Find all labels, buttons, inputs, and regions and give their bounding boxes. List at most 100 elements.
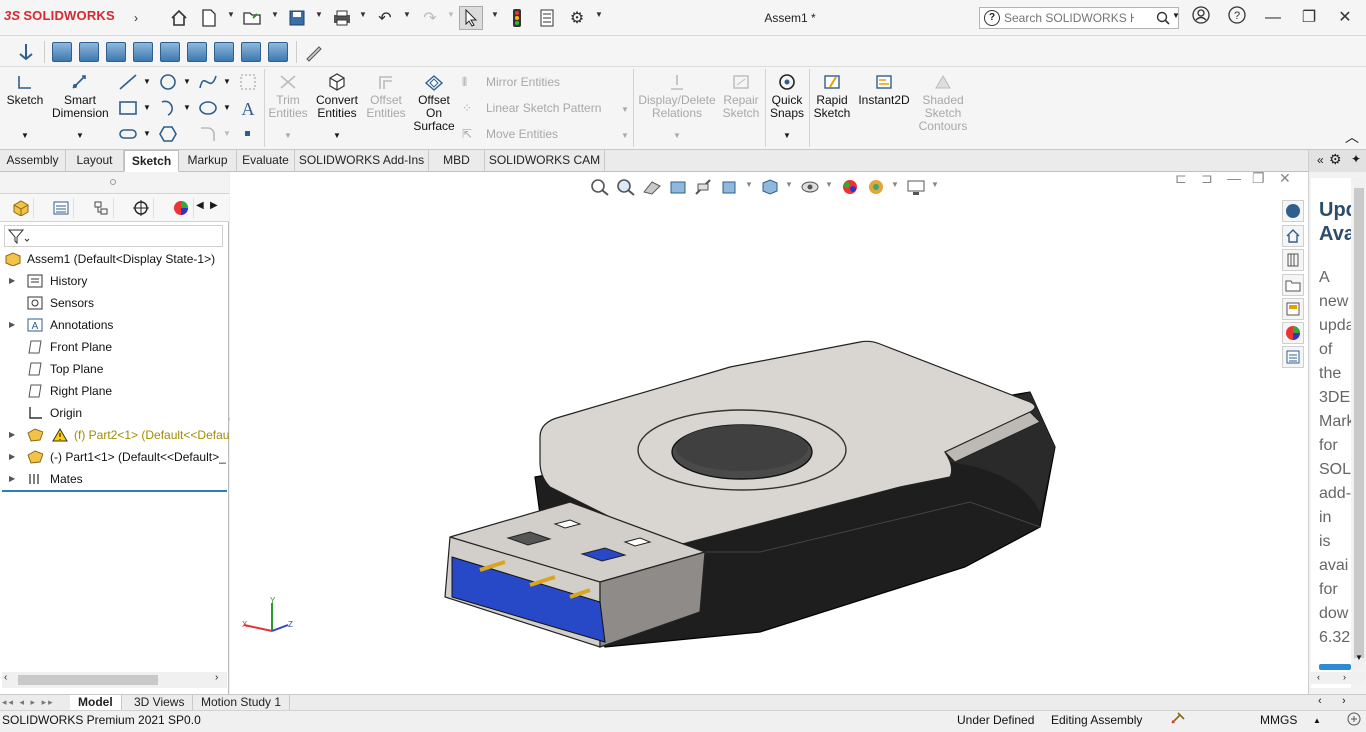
- close-icon[interactable]: ✕: [1333, 6, 1357, 30]
- rapid-sketch-button[interactable]: Rapid Sketch: [811, 73, 853, 120]
- chevron-down-icon[interactable]: ▼: [931, 180, 939, 189]
- chevron-down-icon[interactable]: ▼: [745, 180, 753, 189]
- chevron-left-icon[interactable]: ‹: [1317, 672, 1320, 682]
- chevron-down-icon[interactable]: ▼: [183, 77, 191, 86]
- slot-icon[interactable]: [118, 125, 138, 143]
- expand-arrow-icon[interactable]: ▶: [9, 314, 15, 336]
- minimize-icon[interactable]: —: [1261, 6, 1285, 30]
- chevron-down-icon[interactable]: ▼: [359, 10, 367, 19]
- chevron-right-icon[interactable]: ›: [1343, 672, 1346, 682]
- tree-item-origin[interactable]: Origin: [0, 402, 229, 424]
- rollback-bar[interactable]: [2, 490, 227, 492]
- tab-model[interactable]: Model: [70, 695, 122, 711]
- custom-properties-icon[interactable]: [1282, 346, 1304, 368]
- chevron-down-icon[interactable]: ▼: [403, 10, 411, 19]
- dynamic-annotation-icon[interactable]: [694, 178, 714, 196]
- chevron-down-icon[interactable]: ▼: [785, 180, 793, 189]
- prev-view-pane-icon[interactable]: ⊏: [1175, 170, 1187, 187]
- tree-item-front-plane[interactable]: Front Plane: [0, 336, 229, 358]
- tab-3d-views[interactable]: 3D Views: [126, 695, 194, 711]
- point-icon[interactable]: [238, 125, 258, 143]
- graphics-area[interactable]: ▼ ▼ ▼ ▼ ▼ ⊏ ⊐ — ❐ ✕ Y X Z: [230, 170, 1308, 694]
- view-top-icon[interactable]: [160, 42, 180, 62]
- chevron-down-icon[interactable]: ▼: [143, 77, 151, 86]
- view-front-icon[interactable]: [52, 42, 72, 62]
- tab-motion-study[interactable]: Motion Study 1: [193, 695, 291, 711]
- solidworks-logo[interactable]: 3S SOLIDWORKS: [4, 8, 115, 23]
- display-delete-relations-button[interactable]: Display/Delete Relations: [637, 73, 717, 120]
- close-icon[interactable]: ✕: [1279, 170, 1291, 187]
- feature-manager-tab-icon[interactable]: [8, 198, 34, 218]
- 3dexperience-home-icon[interactable]: [1282, 225, 1304, 247]
- chevron-right-icon[interactable]: ▶: [210, 200, 218, 211]
- feedback-icon[interactable]: [1347, 712, 1361, 732]
- tree-item-part2[interactable]: ▶ (f) Part2<1> (Default<<Default>_: [0, 424, 229, 446]
- view-right-icon[interactable]: [133, 42, 153, 62]
- help-search-box[interactable]: ? ▼: [979, 7, 1180, 29]
- chevron-down-icon[interactable]: ▼: [21, 131, 29, 140]
- view-palette-icon[interactable]: [1282, 298, 1304, 320]
- convert-entities-button[interactable]: Convert Entities: [314, 73, 360, 120]
- tab-mbd[interactable]: MBD: [429, 150, 485, 172]
- expand-arrow-icon[interactable]: ▶: [9, 270, 15, 292]
- quick-snaps-button[interactable]: Quick Snaps: [767, 73, 807, 120]
- view-back-icon[interactable]: [79, 42, 99, 62]
- chevron-right-icon[interactable]: ›: [1342, 695, 1346, 707]
- move-entities-button[interactable]: ⇱ Move Entities: [462, 127, 558, 141]
- chevron-left-icon[interactable]: ‹: [1318, 695, 1322, 707]
- mirror-entities-button[interactable]: ⫴ Mirror Entities: [462, 75, 560, 90]
- line-icon[interactable]: [118, 73, 138, 91]
- panel-splitter[interactable]: [0, 172, 229, 194]
- chevron-right-icon[interactable]: ›: [215, 672, 218, 683]
- zoom-to-fit-icon[interactable]: [590, 178, 610, 196]
- task-pane-hscroll[interactable]: ‹ ›: [1311, 672, 1365, 684]
- appearances-icon[interactable]: [1282, 322, 1304, 344]
- expand-arrow-icon[interactable]: ▶: [9, 424, 15, 446]
- trim-entities-button[interactable]: Trim Entities: [266, 73, 310, 120]
- chevron-down-icon[interactable]: ▼: [783, 131, 791, 140]
- expand-arrow-icon[interactable]: ▶: [9, 446, 15, 468]
- scrollbar-thumb[interactable]: [18, 675, 158, 685]
- chevron-down-icon[interactable]: ▼: [595, 10, 603, 19]
- configuration-manager-tab-icon[interactable]: [88, 198, 114, 218]
- chevron-down-icon[interactable]: ▼: [891, 180, 899, 189]
- scrollbar-thumb[interactable]: [1354, 188, 1364, 658]
- file-explorer-icon[interactable]: [1282, 274, 1304, 296]
- usb-drive-model[interactable]: [430, 252, 1070, 692]
- download-button[interactable]: [1319, 664, 1351, 670]
- tab-scroll-arrows[interactable]: ◂◂ ◂ ▸ ▸▸: [2, 697, 66, 709]
- expand-arrow-icon[interactable]: ▶: [9, 468, 15, 490]
- hide-show-items-icon[interactable]: [800, 178, 820, 196]
- dimxpert-tab-icon[interactable]: [128, 198, 154, 218]
- tree-item-mates[interactable]: ▶ Mates: [0, 468, 229, 490]
- redo-icon[interactable]: ↷: [418, 6, 442, 30]
- tree-filter-box[interactable]: [4, 225, 223, 247]
- tree-item-annotations[interactable]: ▶ A Annotations: [0, 314, 229, 336]
- tab-solidworks-cam[interactable]: SOLIDWORKS CAM: [485, 150, 605, 172]
- restore-icon[interactable]: ❐: [1297, 6, 1321, 30]
- print-icon[interactable]: [330, 6, 354, 30]
- text-tool-icon[interactable]: A: [238, 99, 258, 119]
- tab-layout[interactable]: Layout: [66, 150, 124, 172]
- chevron-down-icon[interactable]: ▼: [315, 10, 323, 19]
- instant2d-button[interactable]: Instant2D: [856, 73, 912, 107]
- restore-icon[interactable]: ❐: [1252, 170, 1265, 187]
- chevron-down-icon[interactable]: ▼: [183, 103, 191, 112]
- chevron-down-icon[interactable]: ▼: [223, 129, 231, 138]
- view-left-icon[interactable]: [106, 42, 126, 62]
- sketch-picture-icon[interactable]: [238, 73, 258, 91]
- edit-appearance-icon[interactable]: [840, 178, 860, 196]
- chevron-left-icon[interactable]: ◀: [196, 200, 204, 211]
- chevron-down-icon[interactable]: ▼: [621, 131, 629, 140]
- smart-dimension-button[interactable]: Smart Dimension: [52, 73, 109, 120]
- tree-item-sensors[interactable]: Sensors: [0, 292, 229, 314]
- tab-sketch[interactable]: Sketch: [124, 150, 179, 172]
- pin-icon[interactable]: ✦: [1351, 152, 1361, 166]
- open-folder-icon[interactable]: [241, 6, 265, 30]
- search-icon[interactable]: [1156, 11, 1170, 25]
- home-icon[interactable]: [167, 6, 191, 30]
- linear-sketch-pattern-button[interactable]: ⁘ Linear Sketch Pattern: [462, 101, 601, 115]
- circle-icon[interactable]: [158, 73, 178, 91]
- next-view-pane-icon[interactable]: ⊐: [1201, 170, 1213, 187]
- fillet-icon[interactable]: [198, 125, 218, 143]
